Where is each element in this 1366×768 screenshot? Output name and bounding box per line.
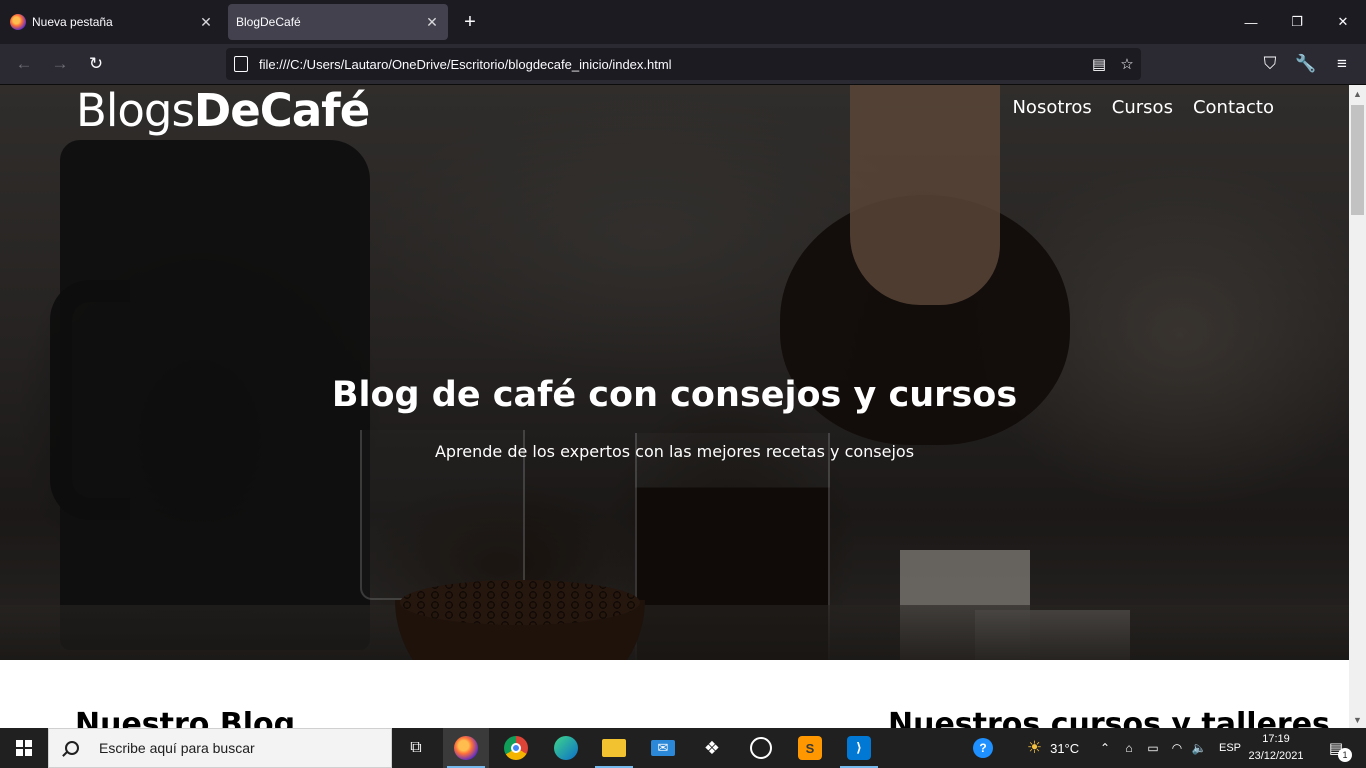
tab-label: BlogDeCafé [236,15,301,29]
scroll-up-icon[interactable]: ▲ [1349,85,1366,102]
arrow-right-icon: → [51,54,69,73]
scrollbar-thumb[interactable] [1351,105,1364,215]
taskbar-github[interactable] [738,728,784,768]
pocket-icon: ⛉ [1263,54,1277,73]
notifications-button[interactable]: ▤ 1 [1318,728,1354,768]
taskbar-sublime[interactable]: S [787,728,833,768]
vscode-icon: ⟩ [847,736,871,760]
minimize-icon: — [1244,14,1258,30]
tab-nueva-pestana[interactable]: Nueva pestaña ✕ [0,4,222,40]
windows-icon [16,740,32,756]
task-view-icon: ⧉ [410,739,422,756]
sublime-text-icon: S [798,736,822,760]
arrow-left-icon: ← [15,54,33,73]
hero-section: BlogsDeCafé Nosotros Cursos Contacto Blo… [0,85,1349,660]
taskbar-firefox[interactable] [443,728,489,768]
back-button[interactable]: ← [8,48,40,80]
site-nav: Nosotros Cursos Contacto [1012,97,1274,118]
restore-button[interactable]: ❐ [1274,0,1320,44]
page-scrollbar[interactable]: ▲ ▼ [1349,85,1366,728]
weather-sun-icon: ☀ [1026,738,1043,757]
reader-view-icon[interactable]: ▤ [1085,50,1113,78]
close-tab-icon[interactable]: ✕ [194,10,218,34]
page-viewport: BlogsDeCafé Nosotros Cursos Contacto Blo… [0,85,1349,728]
notification-badge: 1 [1338,748,1352,762]
search-icon [65,741,79,755]
task-view-button[interactable]: ⧉ [393,728,439,768]
dropbox-icon: ❖ [703,737,721,758]
wifi-icon[interactable]: ◠ [1166,728,1188,768]
clock-date: 23/12/2021 [1248,750,1304,762]
language-indicator[interactable]: ESP [1214,728,1246,768]
taskbar-search[interactable]: Escribe aquí para buscar [48,728,392,768]
taskbar-file-explorer[interactable] [591,728,637,768]
weather-widget[interactable]: ☀ 31°C [1018,728,1088,768]
wrench-icon: 🔧 [1295,54,1317,73]
reload-button[interactable]: ↻ [80,48,112,80]
restore-icon: ❐ [1291,14,1303,29]
close-icon: ✕ [1337,14,1349,29]
volume-icon[interactable]: 🔈 [1188,728,1210,768]
site-logo[interactable]: BlogsDeCafé [76,85,370,137]
section-heading-blog: Nuestro Blog [75,707,296,728]
taskbar-chrome[interactable] [493,728,539,768]
nav-link-nosotros[interactable]: Nosotros [1012,97,1091,118]
address-bar[interactable]: file:///C:/Users/Lautaro/OneDrive/Escrit… [226,48,1141,80]
taskbar-vscode[interactable]: ⟩ [836,728,882,768]
mail-icon: ✉ [651,740,675,756]
firefox-icon [454,736,478,760]
bookmark-star-icon[interactable]: ☆ [1113,50,1141,78]
hero-subtitle: Aprende de los expertos con las mejores … [434,442,915,461]
page-icon [234,56,248,72]
menu-button[interactable]: ≡ [1326,48,1358,80]
browser-tab-bar: Nueva pestaña ✕ BlogDeCafé ✕ + — ❐ ✕ [0,0,1366,44]
search-placeholder: Escribe aquí para buscar [99,740,255,756]
meet-now-icon[interactable]: ⌂ [1118,728,1140,768]
file-explorer-icon [602,739,626,757]
taskbar-edge[interactable] [543,728,589,768]
extensions-button[interactable]: 🔧 [1290,48,1322,80]
url-text[interactable]: file:///C:/Users/Lautaro/OneDrive/Escrit… [259,57,1085,72]
new-tab-button[interactable]: + [456,8,484,36]
help-tray[interactable]: ? [968,728,998,768]
reload-icon: ↻ [88,54,104,73]
logo-light-text: Blogs [76,85,195,137]
logo-bold-text: DeCafé [193,85,370,137]
firefox-icon [10,14,26,30]
section-heading-courses: Nuestros cursos y talleres [888,707,1330,728]
nav-link-contacto[interactable]: Contacto [1193,97,1274,118]
taskbar-dropbox[interactable]: ❖ [689,728,735,768]
hero-title: Blog de café con consejos y cursos [331,375,1018,415]
help-icon: ? [973,738,993,758]
hero-overlay [0,85,1349,660]
pocket-button[interactable]: ⛉ [1254,48,1286,80]
minimize-button[interactable]: — [1228,0,1274,44]
browser-toolbar: ← → ↻ file:///C:/Users/Lautaro/OneDrive/… [0,44,1366,85]
nav-link-cursos[interactable]: Cursos [1112,97,1173,118]
tab-blogdecafe[interactable]: BlogDeCafé ✕ [228,4,448,40]
edge-icon [554,736,578,760]
scroll-down-icon[interactable]: ▼ [1349,711,1366,728]
battery-icon[interactable]: ▭ [1142,728,1164,768]
forward-button[interactable]: → [44,48,76,80]
weather-temp: 31°C [1050,740,1080,756]
chevron-up-icon: ⌃ [1099,741,1111,755]
taskbar-mail[interactable]: ✉ [640,728,686,768]
start-button[interactable] [0,728,48,768]
tab-label: Nueva pestaña [32,15,113,29]
close-tab-icon[interactable]: ✕ [420,10,444,34]
github-icon [750,737,772,759]
plus-icon: + [464,10,476,33]
show-hidden-icons[interactable]: ⌃ [1094,728,1116,768]
system-clock[interactable]: 17:19 23/12/2021 [1246,731,1306,765]
close-window-button[interactable]: ✕ [1320,0,1366,44]
chrome-icon [504,736,528,760]
clock-time: 17:19 [1262,733,1290,745]
windows-taskbar: Escribe aquí para buscar ⧉ ✉ ❖ S ⟩ ? ☀ 3… [0,728,1366,768]
hamburger-icon: ≡ [1337,54,1347,73]
